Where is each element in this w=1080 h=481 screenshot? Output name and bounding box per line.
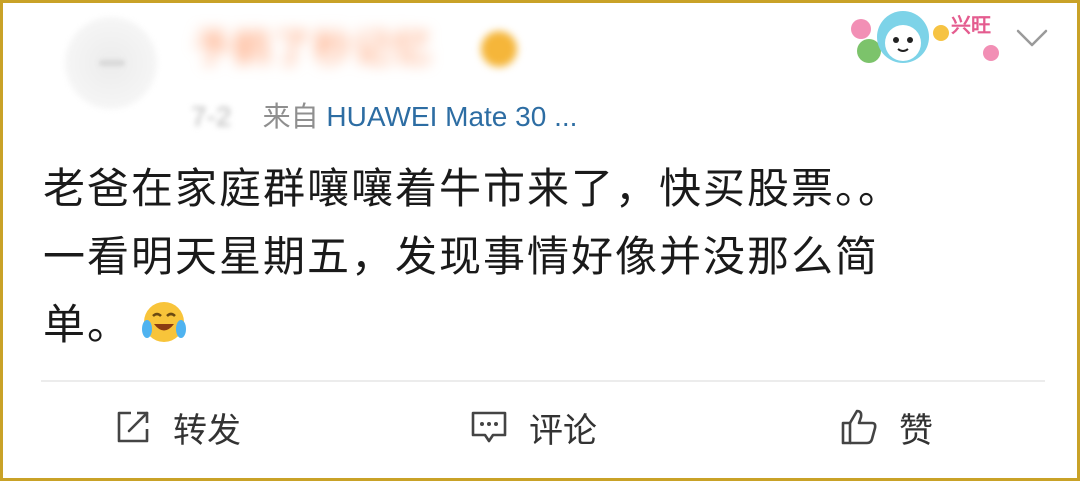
sticker-text: 兴旺 <box>951 13 991 37</box>
repost-label: 转发 <box>173 410 241 451</box>
post-body: 老爸在家庭群嚷嚷着牛市来了，快买股票。。 一看明天星期五，发现事情好像并没那么简… <box>43 155 1053 359</box>
comment-label: 评论 <box>529 410 597 451</box>
post-text-line: 单。 <box>43 300 132 349</box>
like-label: 赞 <box>899 410 933 451</box>
repost-button[interactable]: 转发 <box>113 401 241 453</box>
source-device-link[interactable]: HUAWEI Mate 30 ... <box>326 101 577 132</box>
share-square-icon <box>117 411 149 443</box>
comment-bubble-icon <box>471 411 507 443</box>
like-button[interactable]: 赞 <box>839 401 933 453</box>
post-meta: 7-2 来自 HUAWEI Mate 30 ... <box>191 95 577 135</box>
post-text-line: 一看明天星期五，发现事情好像并没那么简 <box>43 232 880 281</box>
chevron-down-icon[interactable] <box>1015 27 1049 49</box>
post-date: 7-2 <box>191 101 232 132</box>
divider <box>41 380 1045 382</box>
sticker-decoration: 兴旺 <box>841 7 1009 67</box>
thumbs-up-icon <box>841 409 877 445</box>
comment-button[interactable]: 评论 <box>469 401 597 453</box>
source-prefix: 来自 <box>262 101 319 132</box>
avatar-placeholder-mark <box>99 60 125 66</box>
post-text-line-last: 单。 <box>43 291 1053 359</box>
weibo-post-card: 予鹤了秒记忆 7-2 来自 HUAWEI Mate 30 ... 兴旺 老爸在家… <box>0 0 1080 481</box>
verified-badge-icon <box>481 31 517 67</box>
post-text-line: 老爸在家庭群嚷嚷着牛市来了，快买股票。。 <box>43 164 903 213</box>
username[interactable]: 予鹤了秒记忆 <box>193 17 433 72</box>
laughing-crying-emoji-icon <box>142 301 187 342</box>
